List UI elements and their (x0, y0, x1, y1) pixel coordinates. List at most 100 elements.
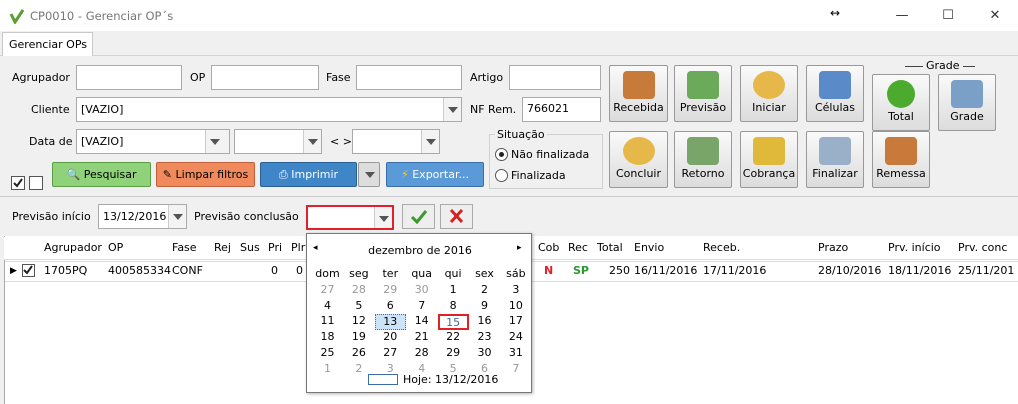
radio-nao-finalizada[interactable] (495, 148, 508, 161)
calendar-day[interactable]: 30 (469, 346, 500, 362)
agrupador-input[interactable] (76, 65, 182, 90)
calendar-day[interactable]: 23 (469, 330, 500, 346)
pesquisar-button[interactable]: 🔍 Pesquisar (52, 162, 151, 187)
calendar-day[interactable]: 21 (406, 330, 437, 346)
chevron-down-icon[interactable] (303, 130, 321, 153)
date-range-end-combo[interactable] (352, 129, 440, 154)
col-envio[interactable]: Envio (634, 241, 664, 254)
apply-button[interactable] (402, 204, 435, 229)
col-total[interactable]: Total (597, 241, 623, 254)
imprimir-button[interactable]: ⎙ Imprimir (260, 162, 357, 187)
chevron-down-icon[interactable] (168, 205, 186, 228)
total-button[interactable]: Total (872, 74, 930, 131)
radio-finalizada[interactable] (495, 169, 508, 182)
calendar-day[interactable]: 7 (500, 362, 531, 378)
chevron-down-icon[interactable] (443, 98, 461, 121)
calendar-day[interactable]: 13 (374, 314, 406, 331)
concluir-button[interactable]: Concluir (609, 131, 668, 188)
previsao-inicio-combo[interactable]: 13/12/2016 (98, 204, 187, 229)
calendar-day[interactable]: 26 (343, 346, 374, 362)
calendar-day[interactable]: 9 (469, 299, 500, 315)
calendar-day[interactable]: 8 (438, 299, 469, 315)
calendar-day[interactable]: 14 (406, 314, 437, 330)
chevron-down-icon[interactable] (205, 130, 229, 153)
col-op[interactable]: OP (108, 241, 123, 254)
calendar-day[interactable]: 22 (438, 330, 469, 346)
retorno-button[interactable]: Retorno (674, 131, 732, 188)
calendar-day[interactable]: 24 (500, 330, 531, 346)
calendar-day[interactable]: 12 (343, 314, 374, 330)
calendar-day[interactable]: 27 (312, 283, 343, 299)
calendar-day[interactable]: 29 (438, 346, 469, 362)
col-receb[interactable]: Receb. (703, 241, 740, 254)
cancel-button[interactable] (440, 204, 473, 229)
imprimir-dropdown-button[interactable] (358, 162, 380, 187)
select-all-checkbox[interactable] (11, 176, 25, 190)
op-input[interactable] (211, 65, 319, 90)
previsao-conclusao-combo[interactable] (306, 205, 394, 230)
chevron-down-icon[interactable] (421, 130, 439, 153)
calendar-day[interactable]: 17 (500, 314, 531, 330)
grade-button[interactable]: Grade (938, 74, 996, 131)
celulas-button[interactable]: Células (806, 65, 864, 122)
col-prazo[interactable]: Prazo (818, 241, 848, 254)
col-prv-conc[interactable]: Prv. conc (958, 241, 1007, 254)
calendar-day[interactable]: 7 (406, 299, 437, 315)
cobranca-button[interactable]: Cobrança (740, 131, 798, 188)
artigo-input[interactable] (509, 65, 601, 90)
col-plr[interactable]: Plr (291, 241, 305, 254)
calendar-day[interactable]: 10 (500, 299, 531, 315)
calendar-day[interactable]: 19 (343, 330, 374, 346)
previsao-button[interactable]: Previsão (674, 65, 732, 122)
row-checkbox[interactable] (22, 264, 35, 277)
calendar-day[interactable]: 6 (375, 299, 406, 315)
close-button[interactable]: ✕ (972, 0, 1018, 31)
chevron-down-icon[interactable] (374, 207, 392, 228)
next-month-icon[interactable]: ▸ (517, 243, 522, 253)
calendar-day[interactable]: 15 (437, 314, 469, 331)
iniciar-button[interactable]: Iniciar (740, 65, 798, 122)
resize-icon: ↔ (830, 6, 841, 20)
calendar-day[interactable]: 3 (500, 283, 531, 299)
calendar-day[interactable]: 29 (375, 283, 406, 299)
maximize-button[interactable]: ☐ (925, 0, 971, 31)
today-link[interactable]: Hoje: 13/12/2016 (403, 373, 498, 386)
calendar-day[interactable]: 4 (312, 299, 343, 315)
col-rec[interactable]: Rec (568, 241, 588, 254)
calendar-day[interactable]: 28 (343, 283, 374, 299)
col-rej[interactable]: Rej (214, 241, 231, 254)
calendar-day[interactable]: 16 (469, 314, 500, 330)
calendar-day[interactable]: 11 (312, 314, 343, 330)
calendar-day[interactable]: 25 (312, 346, 343, 362)
remessa-button[interactable]: Remessa (872, 131, 930, 188)
cliente-combo[interactable]: [VAZIO] (76, 97, 462, 122)
calendar-day[interactable]: 2 (469, 283, 500, 299)
exportar-button[interactable]: ⚡ Exportar... (386, 162, 484, 187)
recebida-button[interactable]: Recebida (609, 65, 668, 122)
calendar-day[interactable]: 27 (375, 346, 406, 362)
calendar-day[interactable]: 1 (438, 283, 469, 299)
col-fase[interactable]: Fase (172, 241, 197, 254)
date-range-start-combo[interactable] (234, 129, 322, 154)
tab-gerenciar-ops[interactable]: Gerenciar OPs (2, 32, 93, 57)
calendar-day[interactable]: 31 (500, 346, 531, 362)
calendar-day[interactable]: 18 (312, 330, 343, 346)
col-agrupador[interactable]: Agrupador (44, 241, 102, 254)
col-pri[interactable]: Pri (268, 241, 282, 254)
col-cob[interactable]: Cob (538, 241, 559, 254)
calendar-day[interactable]: 20 (375, 330, 406, 346)
calendar-day[interactable]: 1 (312, 362, 343, 378)
nfrem-input[interactable]: 766021 (522, 97, 601, 122)
datade-combo[interactable]: [VAZIO] (76, 129, 230, 154)
calendar-day[interactable]: 5 (343, 299, 374, 315)
minimize-button[interactable]: — (879, 0, 925, 31)
calendar-day[interactable]: 28 (406, 346, 437, 362)
deselect-all-checkbox[interactable] (29, 176, 43, 190)
col-prv-inicio[interactable]: Prv. início (888, 241, 941, 254)
fase-input[interactable] (356, 65, 462, 90)
calendar-day[interactable]: 30 (406, 283, 437, 299)
col-sus[interactable]: Sus (240, 241, 260, 254)
finalizar-button[interactable]: Finalizar (806, 131, 864, 188)
previsao-conclusao-label: Previsão conclusão (194, 210, 299, 223)
limpar-filtros-button[interactable]: ✎ Limpar filtros (156, 162, 255, 187)
